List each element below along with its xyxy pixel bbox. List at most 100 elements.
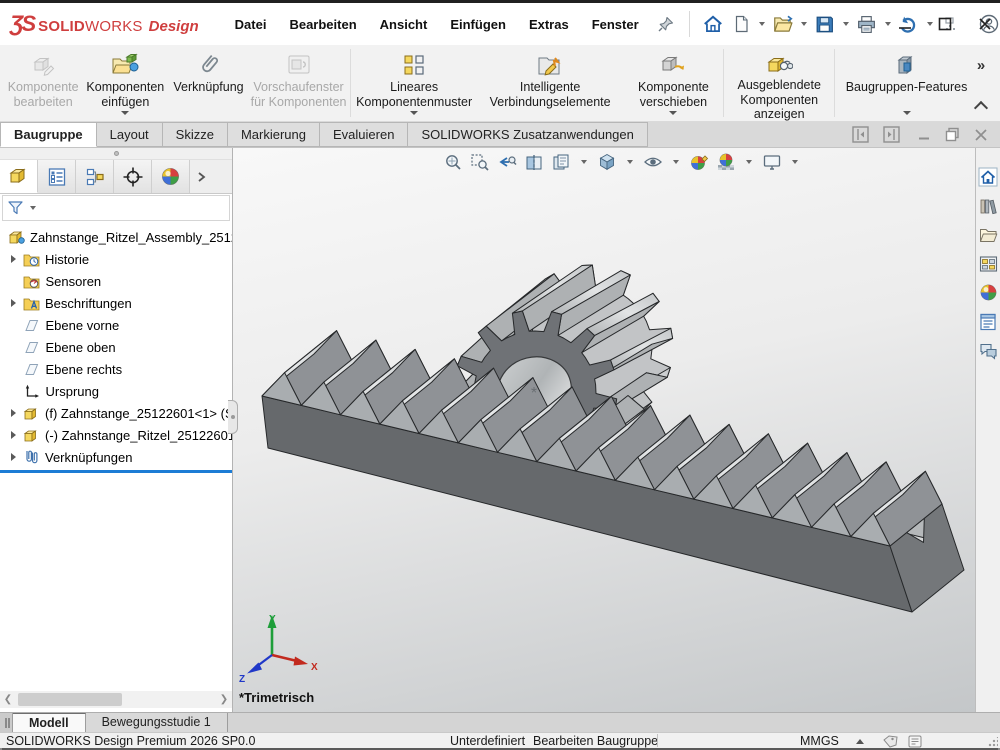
apply-scene-dropdown-icon[interactable] [746, 160, 752, 164]
tab-layout[interactable]: Layout [97, 122, 163, 147]
tab-bewegungsstudie[interactable]: Bewegungsstudie 1 [86, 713, 228, 732]
tree-item-verknuepfungen[interactable]: Verknüpfungen [0, 446, 232, 468]
ribbon-overflow-button[interactable]: » [977, 57, 985, 74]
expand-arrow-icon[interactable] [11, 453, 16, 461]
section-view-button[interactable] [524, 152, 544, 172]
previous-view-button[interactable] [497, 152, 517, 172]
restore-document-button[interactable] [945, 127, 960, 142]
edit-appearance-button[interactable] [689, 152, 709, 172]
assembly-features-button[interactable]: Baugruppen-Features [837, 45, 976, 121]
menu-extras[interactable]: Extras [529, 17, 569, 32]
graphics-viewport[interactable]: * Y X Z *Trimetrisch [233, 148, 975, 712]
apply-scene-button[interactable] [716, 152, 736, 172]
show-hidden-components-button[interactable]: Ausgeblendete Komponenten anzeigen [726, 45, 832, 121]
tab-property-manager[interactable] [38, 160, 76, 193]
annotation-views-dropdown-icon[interactable] [581, 160, 587, 164]
tree-item-ebene-oben[interactable]: Ebene oben [0, 336, 232, 358]
tree-item-ursprung[interactable]: Ursprung [0, 380, 232, 402]
menu-einfuegen[interactable]: Einfügen [450, 17, 506, 32]
rack-and-pinion-model[interactable] [262, 265, 964, 612]
scrollbar-thumb[interactable] [18, 693, 122, 706]
tab-skizze[interactable]: Skizze [163, 122, 228, 147]
minimize-document-button[interactable] [918, 128, 931, 141]
tab-dimxpert-manager[interactable] [114, 160, 152, 193]
tree-filter-input[interactable] [2, 195, 230, 221]
mate-button[interactable]: Verknüpfung [168, 45, 248, 121]
scroll-left-icon[interactable]: ❮ [0, 694, 16, 705]
tab-zusatzanwendungen[interactable]: SOLIDWORKS Zusatzanwendungen [408, 122, 647, 147]
insert-components-dropdown-icon[interactable] [121, 111, 129, 115]
custom-properties-button[interactable] [978, 311, 999, 332]
file-explorer-button[interactable] [978, 224, 999, 245]
filter-dropdown-icon[interactable] [30, 206, 36, 210]
units-dropdown-icon[interactable] [856, 739, 864, 744]
move-component-dropdown-icon[interactable] [669, 111, 677, 115]
open-document-dropdown-icon[interactable] [801, 22, 807, 26]
tree-item-historie[interactable]: Historie [0, 248, 232, 270]
assembly-model-canvas[interactable]: * [233, 148, 974, 712]
tab-baugruppe[interactable]: Baugruppe [0, 122, 97, 147]
tree-root-assembly[interactable]: Zahnstange_Ritzel_Assembly_2512260 [0, 226, 232, 248]
view-palette-button[interactable] [978, 253, 999, 274]
edit-component-button[interactable]: Komponente bearbeiten [4, 45, 82, 121]
panel-splitter-handle[interactable] [0, 148, 232, 160]
insert-components-button[interactable]: Komponenten einfügen [82, 45, 168, 121]
annotations-note-icon[interactable] [908, 735, 922, 748]
menu-datei[interactable]: Datei [235, 17, 267, 32]
open-document-button[interactable] [770, 11, 796, 37]
tree-item-beschriftungen[interactable]: Beschriftungen [0, 292, 232, 314]
pin-menu-icon[interactable] [653, 11, 679, 37]
solidworks-resources-button[interactable] [978, 166, 999, 187]
save-dropdown-icon[interactable] [843, 22, 849, 26]
expand-pane-right-button[interactable] [883, 126, 900, 143]
tab-modell[interactable]: Modell [13, 713, 86, 732]
home-button[interactable] [700, 11, 726, 37]
close-window-button[interactable] [978, 17, 992, 31]
maximize-window-button[interactable] [938, 17, 952, 31]
view-settings-dropdown-icon[interactable] [792, 160, 798, 164]
tree-item-zahnstange-ritzel[interactable]: (-) Zahnstange_Ritzel_25122601<1 [0, 424, 232, 446]
new-document-button[interactable] [728, 11, 754, 37]
zoom-to-fit-button[interactable] [443, 152, 463, 172]
forum-button[interactable] [978, 340, 999, 361]
scroll-right-icon[interactable]: ❯ [216, 694, 232, 705]
save-button[interactable] [812, 11, 838, 37]
tab-markierung[interactable]: Markierung [228, 122, 320, 147]
expand-arrow-icon[interactable] [11, 299, 16, 307]
rollback-bar[interactable] [0, 470, 232, 473]
tab-feature-manager[interactable] [0, 160, 38, 193]
ribbon-collapse-icon[interactable] [974, 101, 988, 115]
print-button[interactable] [854, 11, 880, 37]
units-selector[interactable]: MMGS [800, 734, 839, 748]
tab-evaluieren[interactable]: Evaluieren [320, 122, 408, 147]
tab-splitter-grip[interactable] [0, 713, 13, 732]
menu-ansicht[interactable]: Ansicht [380, 17, 428, 32]
panel-tabs-overflow-icon[interactable] [190, 160, 212, 193]
linear-pattern-dropdown-icon[interactable] [410, 111, 418, 115]
tree-item-zahnstange[interactable]: (f) Zahnstange_25122601<1> (Sta [0, 402, 232, 424]
view-settings-button[interactable] [762, 152, 782, 172]
tree-item-sensoren[interactable]: Sensoren [0, 270, 232, 292]
tab-display-manager[interactable] [152, 160, 190, 193]
component-preview-window-button[interactable]: Vorschaufenster für Komponenten [249, 45, 349, 121]
tag-icon[interactable] [883, 735, 898, 748]
linear-component-pattern-button[interactable]: Lineares Komponentenmuster [353, 45, 474, 121]
design-library-button[interactable] [978, 195, 999, 216]
menu-bearbeiten[interactable]: Bearbeiten [289, 17, 356, 32]
appearances-scenes-button[interactable] [978, 282, 999, 303]
expand-arrow-icon[interactable] [11, 255, 16, 263]
annotation-views-button[interactable] [551, 152, 571, 172]
tree-horizontal-scrollbar[interactable]: ❮ ❯ [0, 691, 232, 708]
tab-configuration-manager[interactable] [76, 160, 114, 193]
move-component-button[interactable]: Komponente verschieben [625, 45, 721, 121]
hide-show-items-dropdown-icon[interactable] [673, 160, 679, 164]
new-document-dropdown-icon[interactable] [759, 22, 765, 26]
print-dropdown-icon[interactable] [885, 22, 891, 26]
expand-arrow-icon[interactable] [11, 431, 16, 439]
menu-fenster[interactable]: Fenster [592, 17, 639, 32]
resize-grip[interactable] [988, 737, 998, 747]
hide-show-items-button[interactable] [643, 152, 663, 172]
view-orientation-button[interactable] [597, 152, 617, 172]
view-orientation-dropdown-icon[interactable] [627, 160, 633, 164]
smart-fasteners-button[interactable]: Intelligente Verbindungselemente [475, 45, 626, 121]
